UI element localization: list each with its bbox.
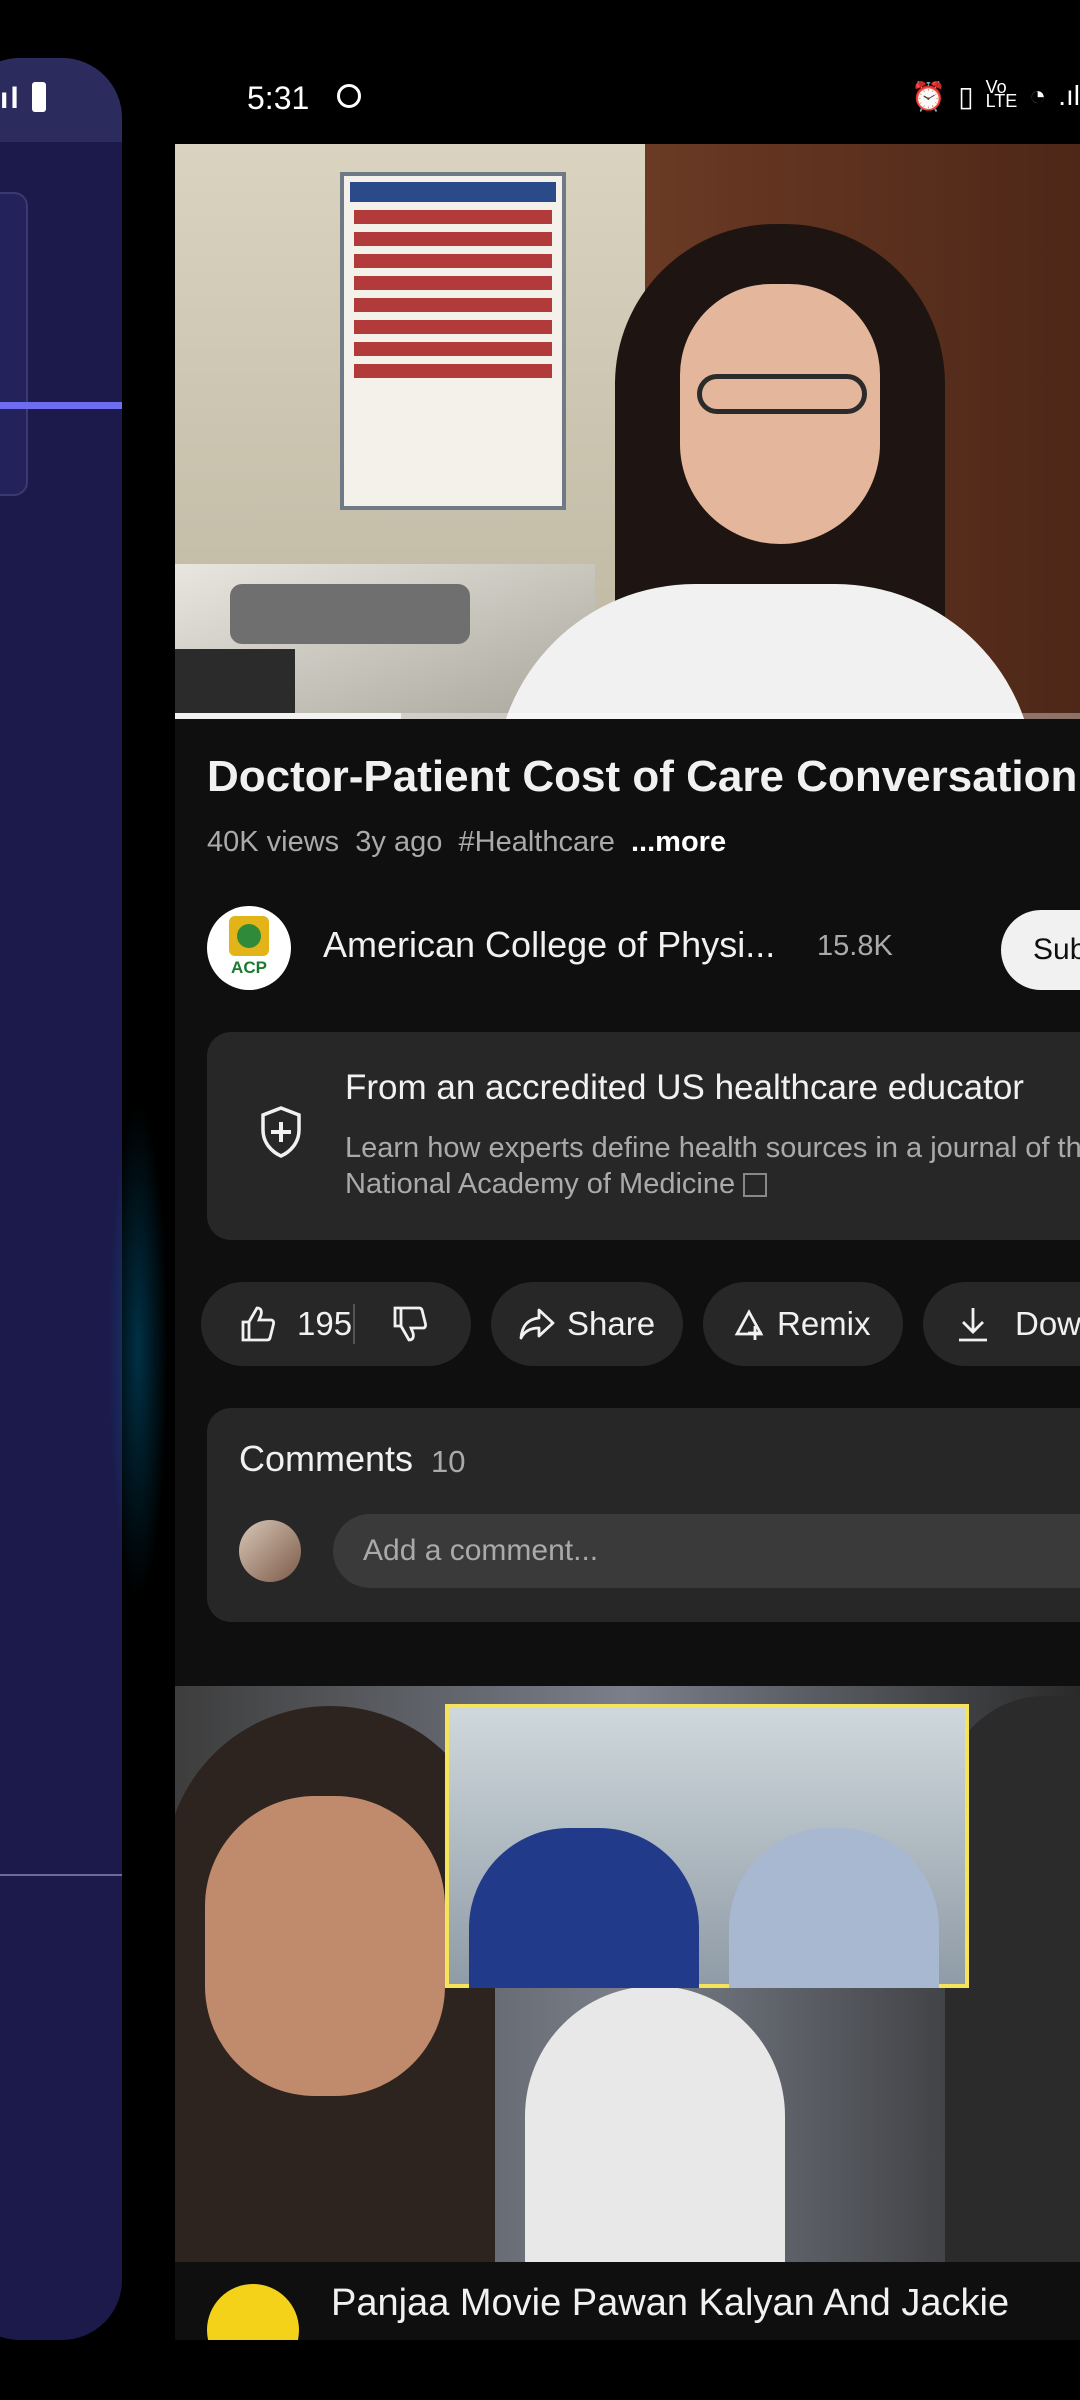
next-video-title[interactable]: Panjaa Movie Pawan Kalyan And Jackie [331, 2282, 1009, 2325]
like-count: 195 [297, 1305, 353, 1342]
battery-icon [32, 82, 46, 112]
share-icon [519, 1308, 555, 1340]
background-app-header: ıl [0, 58, 122, 142]
channel-avatar-text: ACP [231, 958, 267, 977]
external-link-icon[interactable] [743, 1173, 768, 1198]
video-player[interactable] [175, 144, 1080, 719]
background-app-panel[interactable]: ıl [0, 58, 122, 2340]
speaker-figure [475, 204, 1035, 719]
view-count: 40K views [207, 826, 340, 858]
user-avatar [239, 1520, 301, 1582]
video-meta[interactable]: 40K views 3y ago #Healthcare ...more [207, 826, 726, 859]
more-link[interactable]: ...more [631, 826, 726, 858]
info-body: Learn how experts define health sources … [345, 1130, 1080, 1202]
background-app-card [0, 192, 28, 496]
remix-icon [734, 1309, 764, 1340]
remix-button[interactable]: Remix [703, 1282, 903, 1366]
subscribe-button[interactable]: Subsc [1001, 910, 1080, 990]
download-button[interactable]: Dow [923, 1282, 1080, 1366]
cell-signal-icon: .ıl [1058, 80, 1080, 111]
video-title: Doctor-Patient Cost of Care Conversation [207, 752, 1078, 801]
hashtag-link[interactable]: #Healthcare [459, 826, 615, 858]
info-heading: From an accredited US healthcare educato… [345, 1068, 1024, 1107]
shield-plus-icon [261, 1106, 301, 1158]
edge-glow [108, 1100, 168, 1600]
download-label: Dow [1015, 1305, 1080, 1342]
thumbs-down-icon[interactable] [389, 1304, 429, 1344]
share-button[interactable]: Share [491, 1282, 683, 1366]
next-video-info[interactable]: Panjaa Movie Pawan Kalyan And Jackie [175, 2282, 1080, 2340]
remix-label: Remix [777, 1305, 871, 1342]
status-bar: 5:31 ⏰ ▯ Vo LTE ◔ .ıl [175, 0, 1080, 144]
wifi-icon: ◔ [1029, 80, 1047, 111]
add-comment-input[interactable]: Add a comment... [333, 1514, 1080, 1588]
alarm-icon: ⏰ [911, 81, 947, 112]
notification-icon [337, 84, 361, 108]
thumbs-up-icon[interactable] [237, 1304, 277, 1344]
background-app-accent-line [0, 402, 122, 409]
health-source-info-panel[interactable]: From an accredited US healthcare educato… [207, 1032, 1080, 1240]
share-label: Share [567, 1305, 656, 1342]
acp-logo-icon [229, 916, 269, 956]
like-dislike-pill[interactable]: 195 [201, 1282, 471, 1366]
channel-name[interactable]: American College of Physi... [323, 924, 775, 966]
comments-title: Comments [239, 1438, 414, 1479]
upload-age: 3y ago [355, 826, 443, 858]
status-time: 5:31 [247, 80, 310, 116]
subscriber-count: 15.8K [817, 930, 893, 962]
next-channel-avatar[interactable] [207, 2284, 299, 2340]
like-separator [353, 1304, 355, 1344]
channel-row[interactable]: ACP American College of Physi... 15.8K S… [207, 906, 1080, 990]
vibrate-icon: ▯ [958, 81, 974, 112]
video-watch-page: Doctor-Patient Cost of Care Conversation… [175, 144, 1080, 2340]
next-video-thumbnail[interactable] [175, 1686, 1080, 2262]
status-icons: ⏰ ▯ Vo LTE ◔ .ıl [911, 77, 1080, 113]
download-icon [959, 1308, 987, 1342]
video-progress-fill [175, 713, 402, 719]
channel-avatar[interactable]: ACP [207, 906, 291, 990]
thumbnail-inset-frame [445, 1704, 969, 1988]
signal-icon: ıl [0, 82, 21, 115]
info-body-text: Learn how experts define health sources … [345, 1132, 1080, 1200]
video-progress-bar[interactable] [175, 713, 1080, 719]
background-app-divider [0, 1874, 122, 1876]
comments-section[interactable]: Comments 10 Add a comment... [207, 1408, 1080, 1622]
volte-icon: Vo LTE [985, 77, 1018, 111]
comments-count: 10 [431, 1444, 466, 1479]
